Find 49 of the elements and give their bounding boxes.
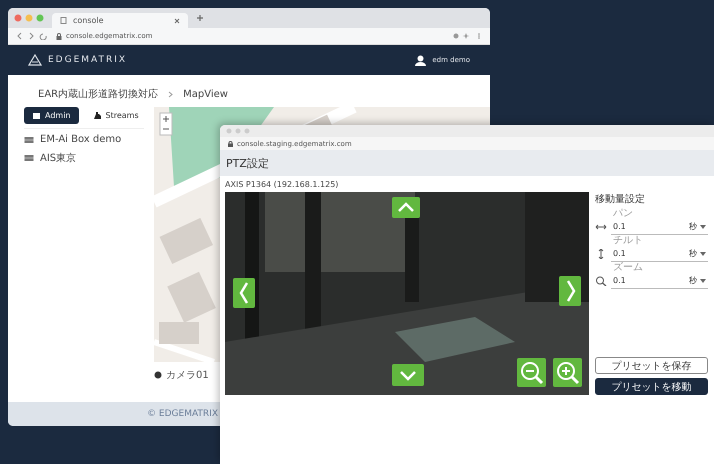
caret-icon (700, 252, 706, 256)
lock-icon (228, 140, 233, 146)
sidebar-tab[interactable]: Streams (84, 107, 147, 124)
breadcrumb-link[interactable]: MapView (183, 88, 228, 100)
dialog-title: PTZ設定 (226, 156, 269, 170)
pan-left-button[interactable] (233, 278, 255, 308)
caret-icon (700, 278, 706, 282)
number-field[interactable]: 0.1 秒 (611, 219, 708, 235)
page-icon (60, 17, 67, 24)
zoom-in-icon (556, 360, 580, 384)
lock-icon (56, 32, 62, 40)
sidebar-item[interactable]: AIS東京 (40, 151, 76, 165)
window-controls-icon (226, 128, 252, 134)
number-field[interactable]: 0.1 秒 (611, 246, 708, 262)
footer-text: © EDGEMATRIX (147, 409, 218, 419)
chevron-icon (168, 90, 174, 98)
logo-icon (28, 54, 42, 66)
horizontal-arrows-icon (595, 222, 607, 232)
caret-icon (700, 224, 706, 228)
zoom-out-icon (520, 360, 544, 384)
close-icon[interactable] (174, 18, 180, 24)
section-title: 移動量設定 (595, 192, 646, 206)
field-label: パン (612, 208, 634, 219)
pan-down-button[interactable] (392, 364, 424, 386)
pan-up-button[interactable] (392, 197, 420, 218)
breadcrumb-link[interactable]: EAR内蔵山形道路切換対応 (38, 87, 158, 101)
field-label: ズーム (612, 262, 644, 273)
new-tab-icon[interactable] (196, 14, 204, 22)
browser-toolbar-icon[interactable] (452, 32, 482, 40)
device-icon (24, 136, 34, 144)
pan-right-button[interactable] (559, 276, 581, 306)
zoom-out-button[interactable] (517, 358, 546, 387)
device-icon (24, 154, 34, 162)
camera-dot-icon (154, 371, 162, 379)
zoom-in-button[interactable] (553, 358, 582, 387)
browser-tab[interactable]: console (52, 13, 188, 28)
preset-button[interactable]: プリセットを保存 (595, 357, 708, 374)
sidebar-tab[interactable]: Admin (24, 107, 78, 124)
magnifier-icon (595, 276, 607, 286)
brand-name: EDGEMATRIX (48, 55, 128, 65)
preset-button[interactable]: プリセットを移動 (595, 378, 708, 395)
map-legend-label: カメラ01 (166, 369, 209, 382)
window-controls-icon (14, 14, 44, 22)
user-icon[interactable] (415, 54, 426, 66)
box-icon (32, 112, 41, 120)
number-field[interactable]: 0.1 秒 (611, 273, 708, 289)
sidebar-item[interactable]: EM-Ai Box demo (40, 134, 122, 145)
camera-name: AXIS P1364 (192.168.1.125) (225, 180, 338, 189)
field-label: チルト (612, 235, 644, 246)
